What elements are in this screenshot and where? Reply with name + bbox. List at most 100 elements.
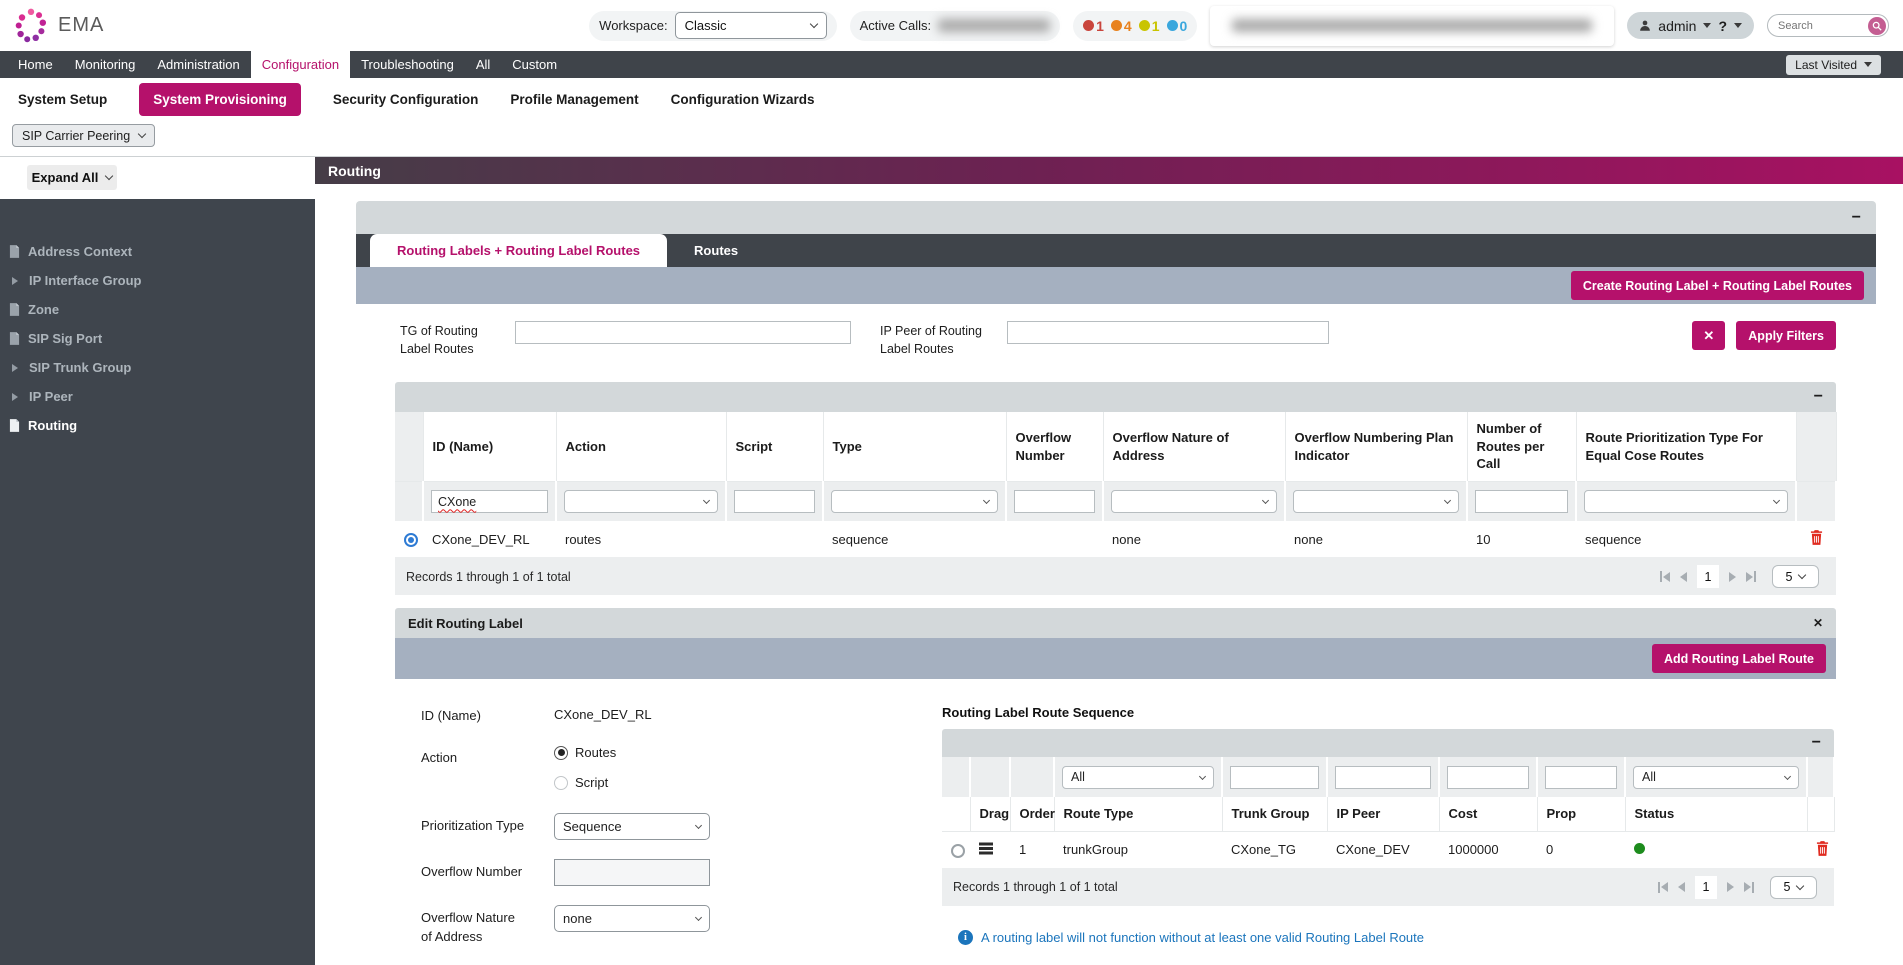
script-filter-input[interactable] bbox=[734, 490, 815, 513]
action-routes-radio[interactable]: Routes bbox=[554, 745, 616, 760]
subnav-profile-management[interactable]: Profile Management bbox=[510, 92, 638, 107]
sidebar-item-address-context[interactable]: Address Context bbox=[0, 237, 315, 266]
clear-filters-button[interactable]: ✕ bbox=[1692, 321, 1725, 350]
route-type-filter-select[interactable]: All bbox=[1062, 766, 1214, 789]
sidebar-item-sip-sig-port[interactable]: SIP Sig Port bbox=[0, 324, 315, 353]
chevron-down-icon bbox=[1796, 882, 1804, 890]
sidebar-item-routing[interactable]: Routing bbox=[0, 411, 315, 440]
col-overflow-npi: Overflow Numbering Plan Indicator bbox=[1285, 412, 1467, 481]
overflow-noa-select[interactable]: none bbox=[554, 905, 710, 932]
workspace-label: Workspace: bbox=[599, 18, 667, 33]
cost-filter-input[interactable] bbox=[1447, 766, 1529, 789]
subnav-system-setup[interactable]: System Setup bbox=[18, 92, 107, 107]
last-page-button[interactable] bbox=[1744, 882, 1754, 893]
overflow-noa-filter-select[interactable] bbox=[1111, 490, 1277, 513]
create-routing-label-button[interactable]: Create Routing Label + Routing Label Rou… bbox=[1571, 271, 1864, 300]
edit-panel-header: Edit Routing Label ✕ bbox=[395, 608, 1836, 638]
action-script-radio[interactable]: Script bbox=[554, 775, 616, 790]
sidebar-item-ip-peer[interactable]: IP Peer bbox=[0, 382, 315, 411]
routes-per-call-filter-input[interactable] bbox=[1475, 490, 1568, 513]
nav-item-all[interactable]: All bbox=[465, 51, 501, 78]
workspace-select[interactable]: Classic bbox=[675, 12, 827, 39]
overflow-number-filter-input[interactable] bbox=[1014, 490, 1095, 513]
info-text[interactable]: A routing label will not function withou… bbox=[981, 930, 1424, 945]
nav-item-administration[interactable]: Administration bbox=[146, 51, 250, 78]
add-routing-label-route-button[interactable]: Add Routing Label Route bbox=[1652, 644, 1826, 673]
nav-item-troubleshooting[interactable]: Troubleshooting bbox=[350, 51, 465, 78]
page-size-select[interactable]: 5 bbox=[1772, 565, 1819, 588]
row-select-radio[interactable] bbox=[951, 844, 965, 858]
search-icon bbox=[1872, 21, 1882, 31]
tg-filter-input[interactable] bbox=[515, 321, 851, 344]
left-column: Expand All Address Context IP Interface … bbox=[0, 157, 315, 965]
overflow-npi-filter-select[interactable] bbox=[1293, 490, 1459, 513]
ip-peer-filter-input[interactable] bbox=[1007, 321, 1329, 344]
sidebar-item-zone[interactable]: Zone bbox=[0, 295, 315, 324]
row-select-radio[interactable] bbox=[404, 533, 418, 547]
nav-item-home[interactable]: Home bbox=[7, 51, 64, 78]
tree-selector-row: SIP Carrier Peering bbox=[0, 121, 1903, 157]
subnav-configuration-wizards[interactable]: Configuration Wizards bbox=[671, 92, 815, 107]
user-menu[interactable]: admin ? bbox=[1627, 12, 1754, 39]
delete-icon[interactable] bbox=[1816, 841, 1829, 856]
tab-routes[interactable]: Routes bbox=[667, 234, 765, 267]
id-name-filter-input[interactable]: CXone bbox=[431, 490, 548, 513]
last-visited-dropdown[interactable]: Last Visited bbox=[1786, 55, 1881, 75]
drag-handle-icon[interactable] bbox=[979, 847, 993, 849]
nav-item-monitoring[interactable]: Monitoring bbox=[64, 51, 147, 78]
current-page: 1 bbox=[1697, 565, 1719, 588]
collapse-panel-button[interactable]: − bbox=[1852, 210, 1861, 226]
col-script: Script bbox=[726, 412, 823, 481]
file-icon bbox=[9, 332, 20, 345]
help-menu[interactable]: ? bbox=[1718, 18, 1727, 34]
collapse-table-button[interactable]: − bbox=[1814, 389, 1823, 405]
ip-peer-seq-filter-input[interactable] bbox=[1335, 766, 1431, 789]
chevron-right-icon bbox=[12, 364, 18, 372]
search-button[interactable] bbox=[1868, 17, 1886, 35]
previous-page-button[interactable] bbox=[1680, 572, 1687, 582]
records-summary: Records 1 through 1 of 1 total bbox=[953, 880, 1118, 894]
tab-routing-labels[interactable]: Routing Labels + Routing Label Routes bbox=[370, 234, 667, 267]
user-icon bbox=[1639, 19, 1651, 32]
page-size-select[interactable]: 5 bbox=[1770, 876, 1817, 899]
sidebar-item-ip-interface-group[interactable]: IP Interface Group bbox=[0, 266, 315, 295]
subnav-system-provisioning[interactable]: System Provisioning bbox=[139, 83, 301, 116]
collapse-sequence-button[interactable]: − bbox=[1812, 735, 1821, 751]
route-prioritization-filter-select[interactable] bbox=[1584, 490, 1788, 513]
prioritization-type-select[interactable]: Sequence bbox=[554, 813, 710, 840]
status-filter-select[interactable]: All bbox=[1633, 766, 1799, 789]
col-prop: Prop bbox=[1537, 797, 1625, 831]
trunk-group-filter-input[interactable] bbox=[1230, 766, 1319, 789]
subnav-security-configuration[interactable]: Security Configuration bbox=[333, 92, 479, 107]
next-page-button[interactable] bbox=[1729, 572, 1736, 582]
cell-overflow-number bbox=[1006, 521, 1103, 558]
tree-category-select[interactable]: SIP Carrier Peering bbox=[12, 124, 155, 147]
col-order: Order bbox=[1010, 797, 1054, 831]
cell-prop: 0 bbox=[1537, 831, 1625, 868]
apply-filters-button[interactable]: Apply Filters bbox=[1736, 321, 1836, 350]
first-page-button[interactable] bbox=[1658, 882, 1668, 893]
nav-item-configuration[interactable]: Configuration bbox=[251, 51, 350, 78]
minor-alarm-count: 1 bbox=[1139, 18, 1160, 34]
expand-all-button[interactable]: Expand All bbox=[27, 165, 117, 190]
chevron-down-icon bbox=[1773, 497, 1780, 504]
chevron-down-icon bbox=[1199, 773, 1206, 780]
next-page-button[interactable] bbox=[1727, 882, 1734, 892]
sidebar-item-sip-trunk-group[interactable]: SIP Trunk Group bbox=[0, 353, 315, 382]
previous-page-button[interactable] bbox=[1678, 882, 1685, 892]
prop-filter-input[interactable] bbox=[1545, 766, 1617, 789]
close-icon[interactable]: ✕ bbox=[1813, 616, 1823, 630]
labels-pagination: 1 5 bbox=[1660, 565, 1819, 588]
last-page-button[interactable] bbox=[1746, 571, 1756, 582]
delete-icon[interactable] bbox=[1810, 530, 1823, 545]
col-route-prioritization: Route Prioritization Type For Equal Cose… bbox=[1576, 412, 1796, 481]
search-input[interactable] bbox=[1778, 20, 1860, 32]
nav-item-custom[interactable]: Custom bbox=[501, 51, 568, 78]
type-filter-select[interactable] bbox=[831, 490, 998, 513]
action-filter-select[interactable] bbox=[564, 490, 718, 513]
alarm-counts-chip[interactable]: 1 4 1 0 bbox=[1073, 11, 1197, 41]
first-page-button[interactable] bbox=[1660, 571, 1670, 582]
prioritization-type-label: Prioritization Type bbox=[421, 813, 528, 836]
cell-ip-peer: CXone_DEV bbox=[1327, 831, 1439, 868]
overflow-number-input[interactable] bbox=[554, 859, 710, 886]
